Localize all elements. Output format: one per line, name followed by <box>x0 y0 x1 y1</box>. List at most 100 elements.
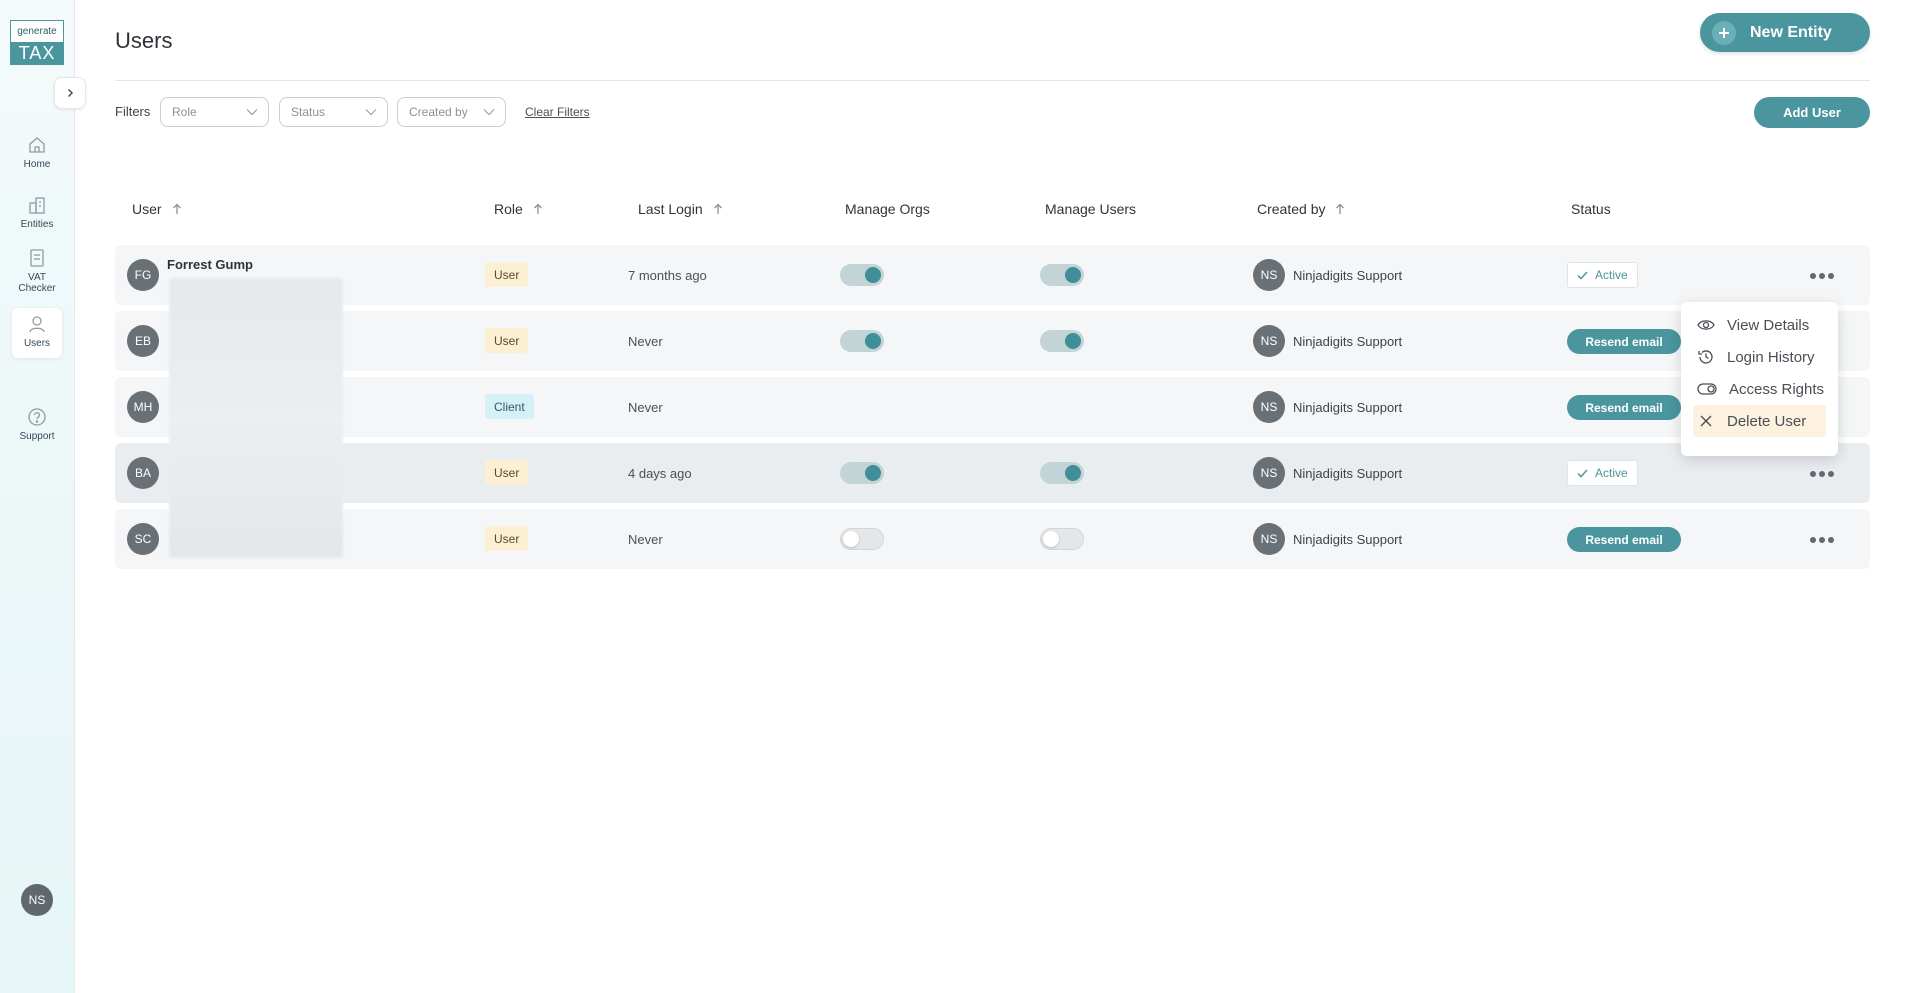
resend-email-button[interactable]: Resend email <box>1567 395 1681 420</box>
sort-arrow-up-icon <box>1336 203 1345 214</box>
nav-item-entities[interactable]: Entities <box>12 195 62 230</box>
role-filter-placeholder: Role <box>172 105 197 119</box>
last-login: 4 days ago <box>628 466 692 481</box>
check-icon <box>1577 468 1588 478</box>
manage-users-toggle[interactable] <box>1040 462 1084 484</box>
row-actions-menu-button[interactable] <box>1810 467 1834 481</box>
resend-email-button[interactable]: Resend email <box>1567 329 1681 354</box>
table-row[interactable]: EB User Never NS Ninjadigits Support Res… <box>115 311 1870 371</box>
user-avatar: FG <box>127 259 159 291</box>
nav-item-vat-checker[interactable]: VAT Checker <box>12 248 62 294</box>
add-user-button[interactable]: Add User <box>1754 97 1870 128</box>
creator-name: Ninjadigits Support <box>1293 466 1403 481</box>
last-login: Never <box>628 334 663 349</box>
resend-email-button[interactable]: Resend email <box>1567 527 1681 552</box>
check-icon <box>1577 270 1588 280</box>
role-badge: User <box>485 328 529 353</box>
logo-bottom-text: TAX <box>11 42 63 64</box>
nav-item-support[interactable]: Support <box>12 407 62 442</box>
column-header-user[interactable]: User <box>132 201 182 217</box>
user-avatar: BA <box>127 457 159 489</box>
table-row[interactable]: SC User Never NS Ninjadigits Support Res… <box>115 509 1870 569</box>
chevron-down-icon <box>365 109 377 116</box>
sort-arrow-up-icon <box>713 203 722 214</box>
redacted-names-overlay <box>169 278 343 558</box>
column-header-last-login[interactable]: Last Login <box>638 201 723 217</box>
status-label: Active <box>1595 466 1628 480</box>
last-login: Never <box>628 400 663 415</box>
nav-label-entities: Entities <box>20 219 54 230</box>
chevron-down-icon <box>246 109 258 116</box>
home-icon <box>29 137 45 153</box>
manage-users-toggle[interactable] <box>1040 330 1084 352</box>
status-filter-select[interactable]: Status <box>279 97 388 127</box>
logo-top-text: generate <box>17 26 57 37</box>
created-by-filter-select[interactable]: Created by <box>397 97 506 127</box>
column-header-manage-orgs: Manage Orgs <box>845 201 930 217</box>
column-header-status-label: Status <box>1571 201 1611 217</box>
menu-item-delete-user[interactable]: Delete User <box>1693 405 1826 437</box>
sort-arrow-up-icon <box>172 203 181 214</box>
manage-users-toggle[interactable] <box>1040 264 1084 286</box>
column-header-created-by-label: Created by <box>1257 201 1326 217</box>
creator-name: Ninjadigits Support <box>1293 532 1403 547</box>
chevron-right-icon <box>67 88 74 98</box>
sidebar-toggle-button[interactable] <box>54 77 86 109</box>
nav-item-home[interactable]: Home <box>12 135 62 170</box>
column-header-last-login-label: Last Login <box>638 201 703 217</box>
user-icon <box>29 316 45 333</box>
plus-icon <box>1712 20 1736 45</box>
menu-item-login-history[interactable]: Login History <box>1693 341 1826 373</box>
column-header-role-label: Role <box>494 201 523 217</box>
table-row[interactable]: MH Client Never NS Ninjadigits Support R… <box>115 377 1870 437</box>
role-badge: User <box>485 526 529 551</box>
last-login: 7 months ago <box>628 268 707 283</box>
column-header-status: Status <box>1571 201 1611 217</box>
generate-tax-logo[interactable]: generate TAX <box>10 20 64 65</box>
creator-name: Ninjadigits Support <box>1293 334 1403 349</box>
user-name: Forrest Gump <box>167 257 253 272</box>
creator-avatar: NS <box>1253 259 1285 291</box>
nav-item-users[interactable]: Users <box>12 308 62 358</box>
creator-avatar: NS <box>1253 391 1285 423</box>
manage-orgs-toggle[interactable] <box>840 330 884 352</box>
creator-avatar: NS <box>1253 523 1285 555</box>
user-avatar: EB <box>127 325 159 357</box>
user-avatar: MH <box>127 391 159 423</box>
row-actions-menu-button[interactable] <box>1810 533 1834 547</box>
column-header-created-by[interactable]: Created by <box>1257 201 1345 217</box>
clear-filters-link[interactable]: Clear Filters <box>525 105 590 119</box>
manage-users-toggle[interactable] <box>1040 528 1084 550</box>
manage-orgs-toggle[interactable] <box>840 462 884 484</box>
nav-label-home: Home <box>23 159 51 170</box>
menu-item-label: Access Rights <box>1729 380 1825 398</box>
toggle-icon <box>1697 383 1717 395</box>
role-filter-select[interactable]: Role <box>160 97 269 127</box>
document-icon <box>30 249 44 267</box>
help-icon <box>28 408 46 426</box>
chevron-down-icon <box>483 109 495 116</box>
role-badge: User <box>485 262 529 287</box>
page-title: Users <box>115 28 173 53</box>
menu-item-view-details[interactable]: View Details <box>1693 309 1826 341</box>
role-badge: Client <box>485 394 534 419</box>
role-badge: User <box>485 460 529 485</box>
nav-label-vat-checker: VAT Checker <box>18 272 56 294</box>
new-entity-button[interactable]: New Entity <box>1700 13 1870 52</box>
table-row[interactable]: BA User 4 days ago NS Ninjadigits Suppor… <box>115 443 1870 503</box>
status-badge: Active <box>1567 460 1638 486</box>
table-row[interactable]: FG Forrest Gump User 7 months ago NS Nin… <box>115 245 1870 305</box>
manage-orgs-toggle[interactable] <box>840 528 884 550</box>
nav-label-support: Support <box>19 431 55 442</box>
current-user-avatar[interactable]: NS <box>21 884 53 916</box>
menu-item-access-rights[interactable]: Access Rights <box>1693 373 1826 405</box>
created-by-filter-placeholder: Created by <box>409 105 468 119</box>
column-header-role[interactable]: Role <box>494 201 543 217</box>
eye-icon <box>1697 320 1715 330</box>
new-entity-label: New Entity <box>1750 23 1832 41</box>
status-label: Active <box>1595 268 1628 282</box>
creator-avatar: NS <box>1253 325 1285 357</box>
last-login: Never <box>628 532 663 547</box>
manage-orgs-toggle[interactable] <box>840 264 884 286</box>
row-actions-menu-button[interactable] <box>1810 269 1834 283</box>
